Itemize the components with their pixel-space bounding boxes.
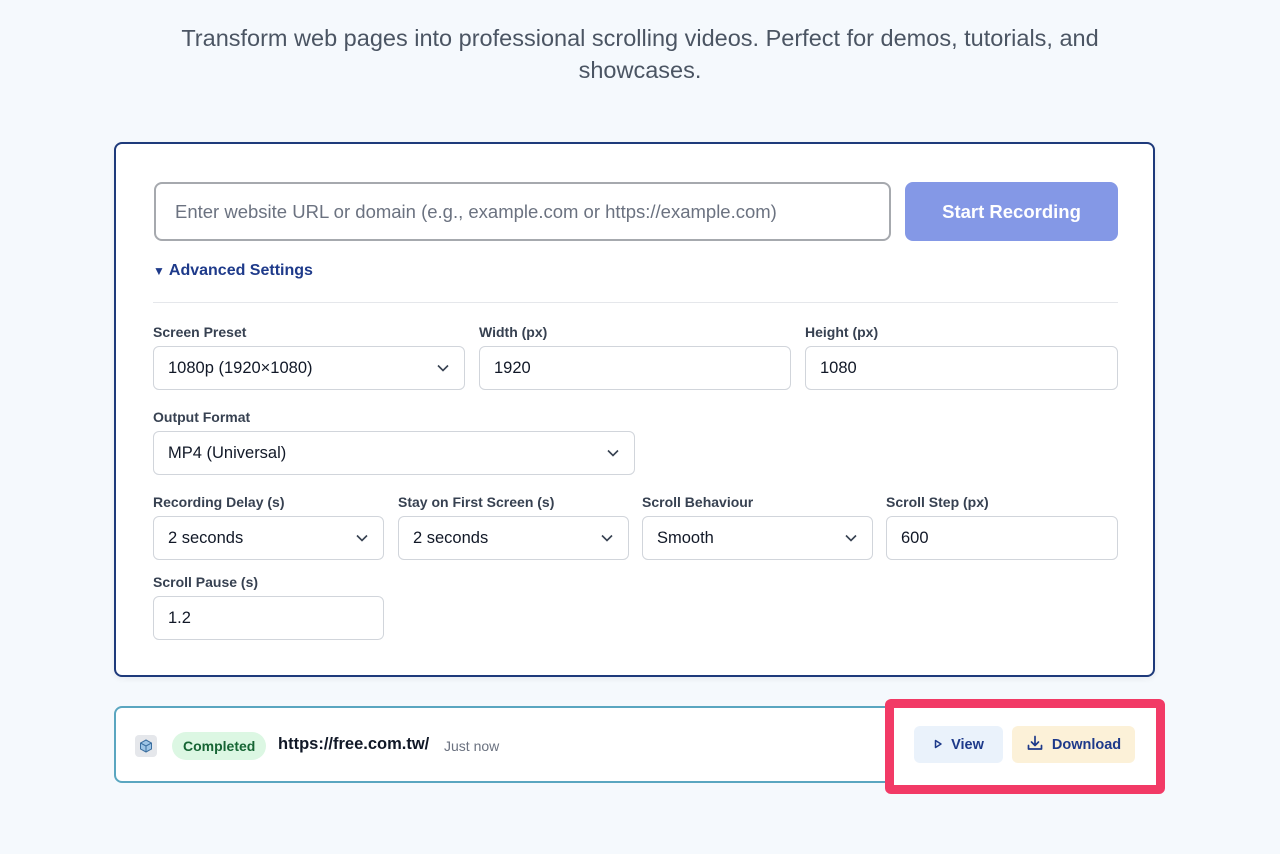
chevron-down-icon bbox=[844, 531, 858, 545]
recording-delay-value: 2 seconds bbox=[168, 528, 244, 547]
job-url: https://free.com.tw/ bbox=[278, 735, 430, 753]
chevron-down-icon bbox=[355, 531, 369, 545]
width-value: 1920 bbox=[494, 358, 531, 377]
tagline-line-1: Transform web pages into professional sc… bbox=[181, 25, 1099, 51]
chevron-down-icon bbox=[606, 446, 620, 460]
output-format-value: MP4 (Universal) bbox=[168, 443, 287, 462]
divider bbox=[153, 302, 1118, 303]
recording-delay-select[interactable]: 2 seconds bbox=[153, 516, 384, 560]
height-label: Height (px) bbox=[805, 324, 879, 340]
tagline-line-2: showcases. bbox=[578, 57, 702, 83]
height-value: 1080 bbox=[820, 358, 857, 377]
advanced-settings-toggle[interactable]: ▼ Advanced Settings bbox=[153, 262, 313, 280]
recorder-card: Start Recording ▼ Advanced Settings Scre… bbox=[114, 142, 1155, 677]
height-input[interactable]: 1080 bbox=[805, 346, 1118, 390]
advanced-settings-label: Advanced Settings bbox=[168, 262, 313, 279]
page-tagline: Transform web pages into professional sc… bbox=[150, 22, 1130, 86]
screen-preset-select[interactable]: 1080p (1920×1080) bbox=[153, 346, 465, 390]
stay-first-screen-label: Stay on First Screen (s) bbox=[398, 494, 555, 510]
scroll-behaviour-value: Smooth bbox=[657, 528, 714, 547]
scroll-step-input[interactable]: 600 bbox=[886, 516, 1118, 560]
view-button[interactable]: View bbox=[914, 726, 1003, 763]
output-format-select[interactable]: MP4 (Universal) bbox=[153, 431, 635, 475]
output-format-label: Output Format bbox=[153, 409, 251, 425]
scroll-behaviour-select[interactable]: Smooth bbox=[642, 516, 873, 560]
scroll-pause-value: 1.2 bbox=[168, 608, 191, 627]
triangle-down-icon: ▼ bbox=[153, 264, 165, 278]
download-button-label: Download bbox=[1051, 736, 1122, 753]
view-button-label: View bbox=[951, 736, 984, 753]
screen-preset-value: 1080p (1920×1080) bbox=[168, 358, 313, 377]
stay-first-screen-select[interactable]: 2 seconds bbox=[398, 516, 629, 560]
play-icon bbox=[933, 737, 943, 753]
chevron-down-icon bbox=[600, 531, 614, 545]
download-button[interactable]: Download bbox=[1012, 726, 1135, 763]
recording-delay-label: Recording Delay (s) bbox=[153, 494, 285, 510]
scroll-pause-label: Scroll Pause (s) bbox=[153, 574, 259, 590]
scroll-step-value: 600 bbox=[901, 528, 929, 547]
package-icon bbox=[135, 735, 157, 757]
screen-preset-label: Screen Preset bbox=[153, 324, 247, 340]
status-badge: Completed bbox=[172, 732, 267, 760]
scroll-behaviour-label: Scroll Behaviour bbox=[642, 494, 754, 510]
width-label: Width (px) bbox=[479, 324, 548, 340]
scroll-step-label: Scroll Step (px) bbox=[886, 494, 989, 510]
chevron-down-icon bbox=[436, 361, 450, 375]
url-input[interactable] bbox=[154, 182, 891, 241]
scroll-pause-input[interactable]: 1.2 bbox=[153, 596, 384, 640]
download-icon bbox=[1026, 734, 1044, 756]
width-input[interactable]: 1920 bbox=[479, 346, 791, 390]
stay-first-screen-value: 2 seconds bbox=[413, 528, 489, 547]
job-timestamp: Just now bbox=[444, 738, 500, 754]
start-recording-button[interactable]: Start Recording bbox=[905, 182, 1118, 241]
